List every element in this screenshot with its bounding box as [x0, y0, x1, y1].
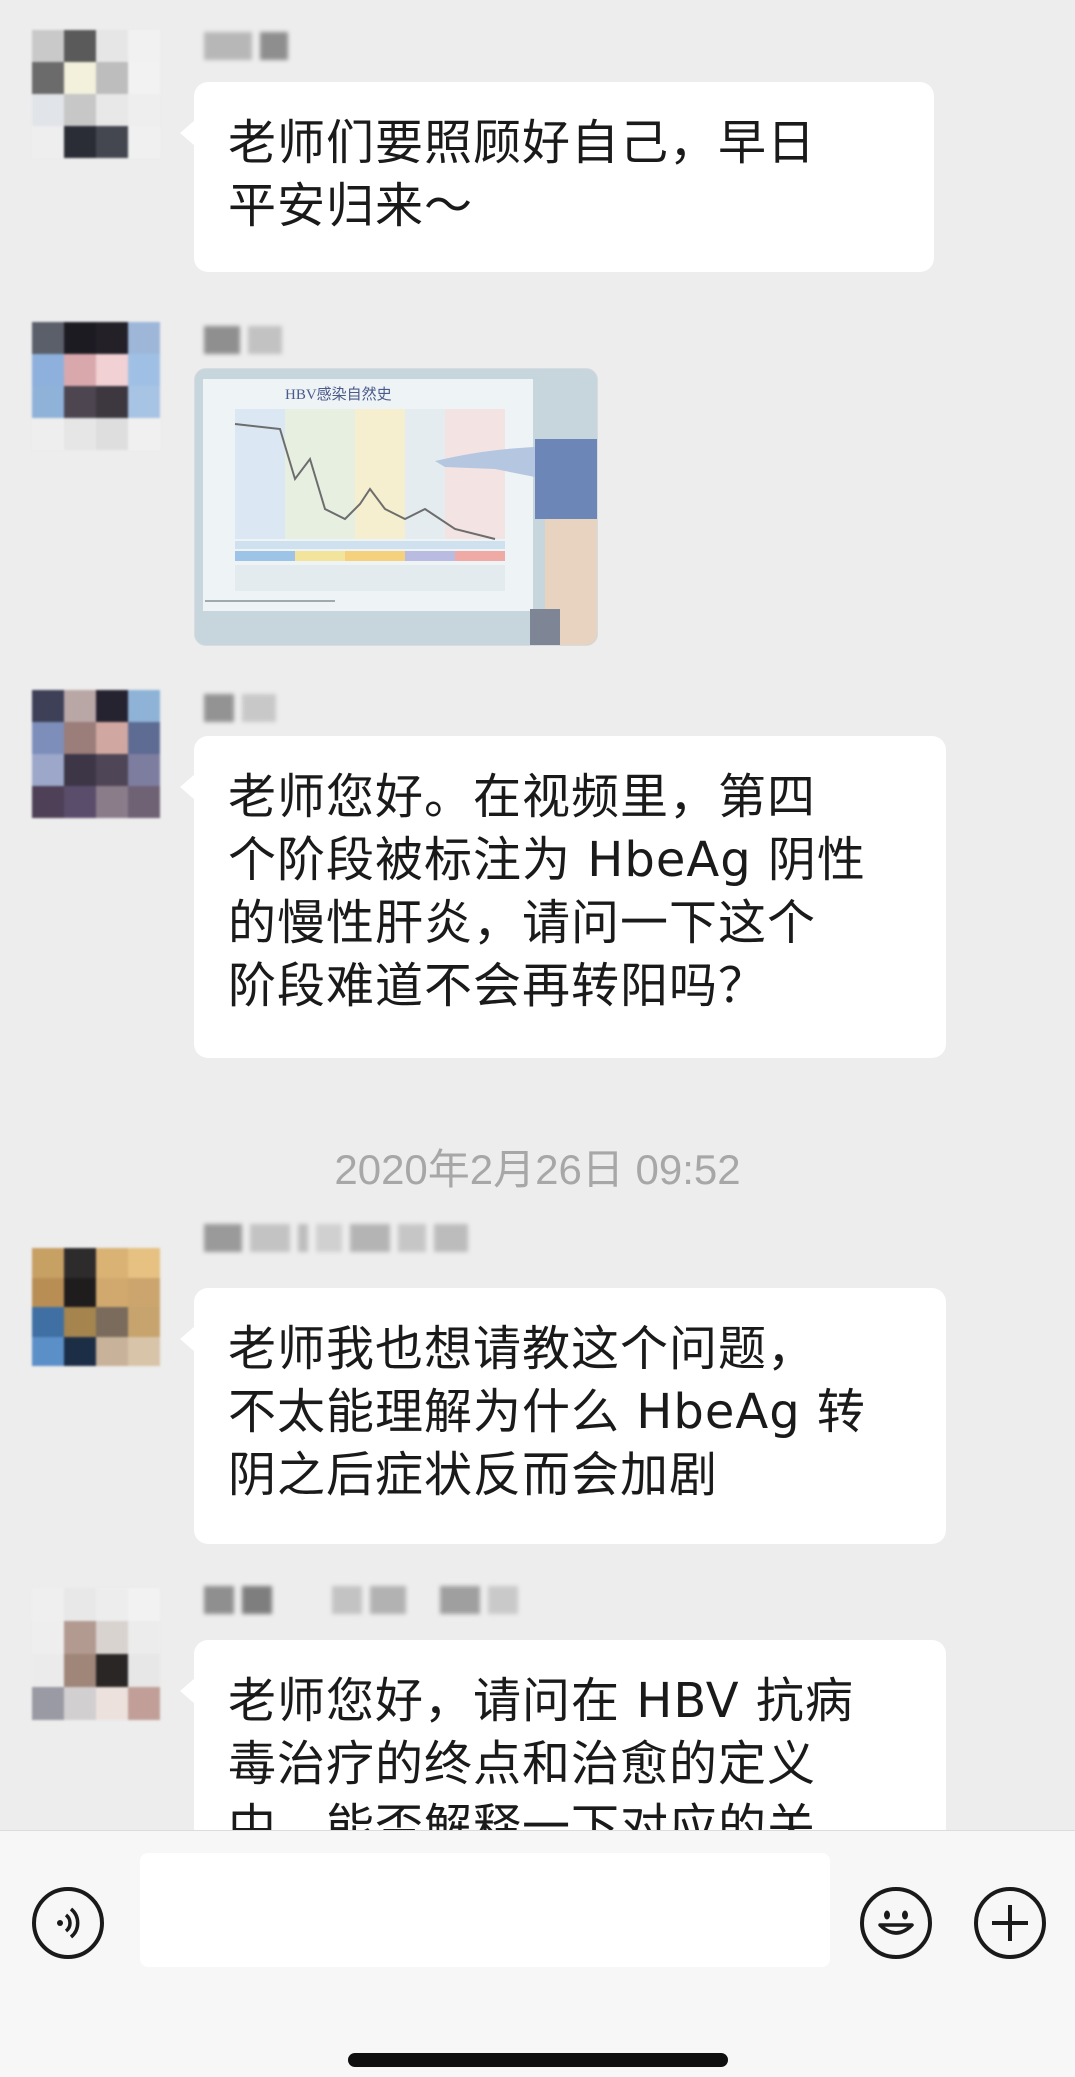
- message-bubble[interactable]: 老师您好，请问在 HBV 抗病 毒治疗的终点和治愈的定义 中，能否解释一下对应的…: [180, 1640, 946, 1830]
- message-input[interactable]: [140, 1853, 830, 1967]
- sender-name: [196, 1584, 518, 1616]
- timestamp: 2020年2月26日 09:52: [334, 1146, 741, 1193]
- emoji-icon[interactable]: [860, 1887, 932, 1959]
- lecture-slide-image: HBV感染自然史: [195, 369, 597, 645]
- message-bubble[interactable]: 老师我也想请教这个问题， 不太能理解为什么 HbeAg 转 阴之后症状反而会加剧: [180, 1288, 946, 1544]
- chat-history[interactable]: 老师们要照顾好自己，早日 平安归来～ HBV感染自然史 老师您好。在视频里，第四…: [0, 0, 1075, 1830]
- chat-screen: 老师们要照顾好自己，早日 平安归来～ HBV感染自然史 老师您好。在视频里，第四…: [0, 0, 1075, 2077]
- sender-name: [196, 30, 288, 62]
- message-bubble[interactable]: 老师您好。在视频里，第四 个阶段被标注为 HbeAg 阴性 的慢性肝炎，请问一下…: [180, 736, 946, 1058]
- image-title: HBV感染自然史: [285, 386, 392, 403]
- emoji-glyph: [878, 1910, 914, 1935]
- voice-icon[interactable]: [32, 1887, 104, 1959]
- avatar[interactable]: [32, 690, 160, 818]
- sender-name: [196, 692, 276, 724]
- message-bubble[interactable]: 老师们要照顾好自己，早日 平安归来～: [180, 82, 934, 272]
- sender-name: [196, 324, 282, 356]
- avatar[interactable]: [32, 322, 160, 450]
- plus-glyph: [992, 1905, 1028, 1941]
- home-indicator[interactable]: [348, 2053, 728, 2067]
- avatar[interactable]: [32, 1248, 160, 1366]
- image-message[interactable]: HBV感染自然史: [194, 368, 598, 646]
- plus-icon[interactable]: [974, 1887, 1046, 1959]
- sender-name: [196, 1222, 468, 1254]
- avatar[interactable]: [32, 1588, 160, 1720]
- avatar[interactable]: [32, 30, 160, 158]
- input-bar: [0, 1830, 1075, 2077]
- voice-glyph: [57, 1907, 80, 1939]
